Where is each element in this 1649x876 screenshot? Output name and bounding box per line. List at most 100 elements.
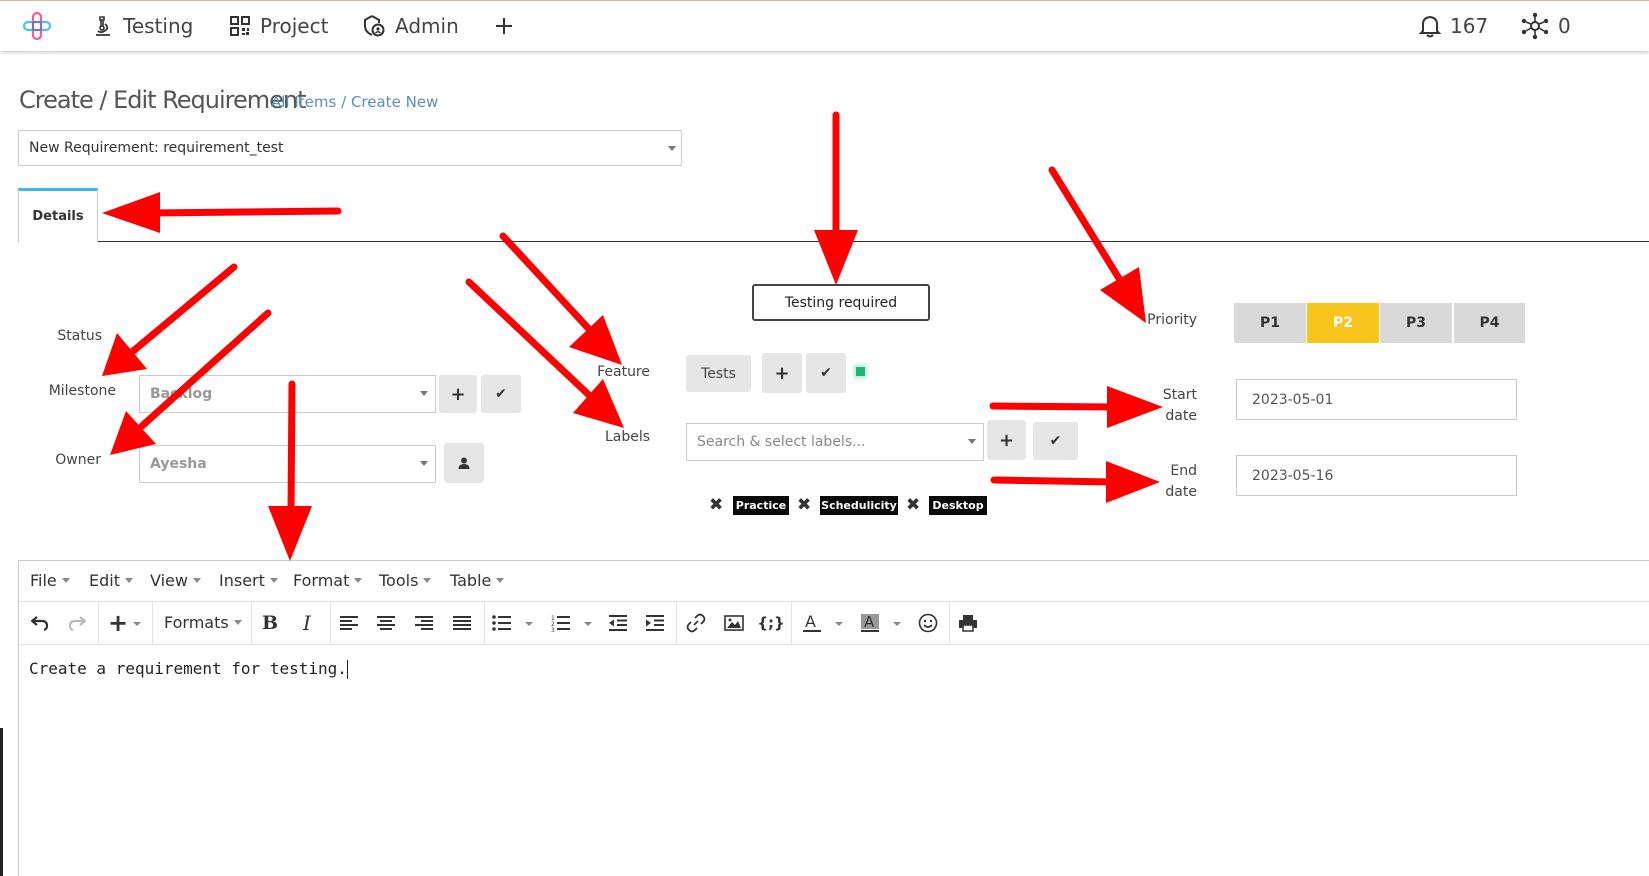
- end-date-input[interactable]: 2023-05-16: [1236, 455, 1517, 496]
- requirement-select[interactable]: New Requirement: requirement_test: [18, 130, 682, 166]
- priority-p1-button[interactable]: P1: [1234, 303, 1306, 343]
- formats-dropdown[interactable]: Formats: [164, 613, 242, 632]
- testing-required-label: Testing required: [784, 294, 898, 311]
- plus-icon: +: [774, 362, 790, 384]
- nav-admin[interactable]: Admin: [362, 11, 459, 41]
- align-center-icon[interactable]: [373, 610, 399, 636]
- menu-tools[interactable]: Tools: [379, 571, 432, 590]
- nav-project[interactable]: Project: [229, 11, 328, 41]
- priority-text: P2: [1332, 315, 1353, 331]
- chevron-down-icon: [420, 461, 428, 466]
- notifications-button[interactable]: 167: [1419, 11, 1488, 41]
- breadcrumb-all-items[interactable]: All Items: [271, 93, 336, 111]
- app-logo-icon[interactable]: [22, 11, 52, 41]
- breadcrumb: All Items / Create New: [271, 93, 438, 111]
- status-indicator-dot: [856, 367, 865, 376]
- menu-label: View: [150, 571, 188, 590]
- annotation-arrowhead: [573, 379, 624, 428]
- editor-content[interactable]: Create a requirement for testing.: [29, 659, 348, 679]
- confirm-feature-button[interactable]: ✔: [806, 353, 846, 393]
- network-button[interactable]: 0: [1521, 11, 1571, 41]
- start-date-value: 2023-05-01: [1252, 391, 1334, 408]
- tab-details[interactable]: Details: [18, 188, 98, 242]
- priority-p3-button[interactable]: P3: [1380, 303, 1452, 343]
- check-icon: ✔: [820, 365, 832, 381]
- confirm-label-button[interactable]: ✔: [1033, 422, 1078, 460]
- remove-tag-icon[interactable]: ✖: [709, 495, 723, 515]
- nav-admin-label: Admin: [395, 14, 459, 38]
- remove-tag-icon[interactable]: ✖: [906, 495, 920, 515]
- toolbar-separator: [484, 602, 485, 643]
- milestone-value: Backlog: [150, 386, 213, 402]
- annotation-arrowhead: [569, 315, 622, 365]
- add-milestone-button[interactable]: +: [439, 375, 477, 413]
- confirm-milestone-button[interactable]: ✔: [481, 375, 521, 413]
- indent-icon[interactable]: [642, 610, 668, 636]
- window-edge: [0, 728, 3, 876]
- tab-divider: [98, 241, 1649, 242]
- image-icon[interactable]: [721, 610, 747, 636]
- plus-icon: +: [998, 429, 1015, 451]
- start-date-label-line2: date: [1165, 408, 1197, 424]
- italic-icon[interactable]: I: [294, 610, 320, 636]
- toolbar-separator: [676, 602, 677, 643]
- check-icon: ✔: [1049, 433, 1062, 449]
- insert-plus-icon[interactable]: +: [105, 609, 131, 637]
- background-color-icon[interactable]: A: [857, 610, 883, 636]
- owner-value: Ayesha: [150, 456, 207, 472]
- editor-content-text: Create a requirement for testing.: [29, 659, 347, 678]
- menu-file[interactable]: File: [30, 571, 70, 590]
- priority-text: P3: [1405, 315, 1426, 331]
- undo-icon[interactable]: [27, 610, 53, 636]
- text-color-icon[interactable]: A: [799, 610, 825, 636]
- status-label: Status: [57, 328, 102, 344]
- assign-user-button[interactable]: [444, 443, 484, 483]
- chevron-down-icon: [61, 578, 70, 583]
- link-icon[interactable]: [683, 610, 709, 636]
- menu-insert[interactable]: Insert: [219, 571, 278, 590]
- start-date-input[interactable]: 2023-05-01: [1236, 379, 1517, 420]
- outdent-icon[interactable]: [605, 610, 631, 636]
- priority-label: Priority: [1147, 312, 1197, 328]
- notifications-count: 167: [1450, 14, 1489, 38]
- feature-label: Feature: [597, 364, 650, 380]
- annotation-arrow: [989, 402, 1119, 411]
- align-left-icon[interactable]: [336, 610, 362, 636]
- priority-p2-button[interactable]: P2: [1307, 303, 1379, 343]
- code-sample-icon[interactable]: {;}: [757, 610, 784, 636]
- svg-text:A: A: [864, 613, 875, 631]
- menu-table[interactable]: Table: [450, 571, 505, 590]
- redo-icon[interactable]: [64, 610, 90, 636]
- add-feature-button[interactable]: +: [762, 353, 802, 393]
- menu-edit[interactable]: Edit: [89, 571, 133, 590]
- feature-tests-button[interactable]: Tests: [686, 355, 751, 392]
- bullet-list-icon[interactable]: [489, 610, 515, 636]
- testing-required-toggle[interactable]: Testing required: [752, 284, 930, 321]
- remove-tag-icon[interactable]: ✖: [797, 495, 811, 515]
- emoticon-icon[interactable]: [915, 610, 941, 636]
- menu-label: File: [30, 571, 57, 590]
- nav-testing[interactable]: Testing: [92, 11, 193, 41]
- menu-format[interactable]: Format: [293, 571, 363, 590]
- menu-view[interactable]: View: [150, 571, 201, 590]
- owner-select[interactable]: Ayesha: [139, 445, 436, 483]
- print-icon[interactable]: [955, 610, 981, 636]
- milestone-select[interactable]: Backlog: [139, 375, 436, 413]
- priority-p4-button[interactable]: P4: [1454, 303, 1525, 343]
- add-plus-icon[interactable]: [494, 16, 514, 36]
- add-label-button[interactable]: +: [987, 420, 1026, 460]
- start-date-label: Start date: [1147, 385, 1197, 427]
- user-icon: [458, 457, 470, 469]
- tag-text: Schedulicity: [821, 499, 897, 512]
- numbered-list-icon[interactable]: 123: [548, 610, 574, 636]
- bold-icon[interactable]: B: [257, 610, 283, 636]
- align-right-icon[interactable]: [411, 610, 437, 636]
- breadcrumb-create-new[interactable]: Create New: [351, 93, 438, 111]
- owner-label: Owner: [55, 452, 101, 468]
- chevron-down-icon: [835, 622, 843, 626]
- labels-search-select[interactable]: Search & select labels...: [686, 423, 984, 461]
- chevron-down-icon: [233, 620, 242, 625]
- toolbar-separator: [791, 602, 792, 643]
- align-justify-icon[interactable]: [449, 610, 475, 636]
- qr-grid-icon: [230, 16, 250, 36]
